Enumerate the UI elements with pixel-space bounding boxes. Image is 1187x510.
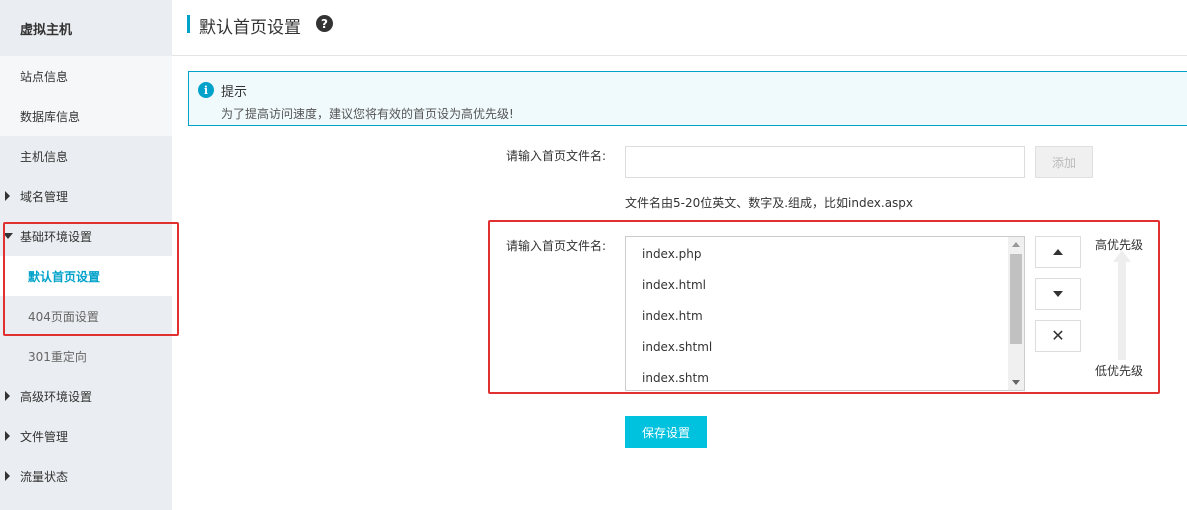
page: 虚拟主机 站点信息 数据库信息 主机信息 域名管理 基础环境设置 默认首页设置 … bbox=[0, 0, 1187, 510]
sidebar-item-domain-management[interactable]: 域名管理 bbox=[0, 176, 172, 216]
sidebar-item-label: 主机信息 bbox=[20, 149, 69, 164]
sidebar-item-301-redirect[interactable]: 301重定向 bbox=[0, 336, 172, 376]
add-button[interactable]: 添加 bbox=[1035, 146, 1093, 178]
info-icon: i bbox=[198, 82, 214, 98]
caret-right-icon bbox=[5, 431, 10, 441]
caret-right-icon bbox=[5, 391, 10, 401]
save-button[interactable]: 保存设置 bbox=[625, 416, 707, 448]
caret-right-icon bbox=[5, 191, 10, 201]
highlight-box-list bbox=[488, 220, 1160, 394]
sidebar-item-label: 高级环境设置 bbox=[20, 389, 93, 404]
sidebar-item-label: 文件管理 bbox=[20, 429, 69, 444]
filename-hint: 文件名由5-20位英文、数字及.组成，比如index.aspx bbox=[625, 196, 914, 210]
title-accent-bar bbox=[187, 15, 190, 33]
tip-title: 提示 bbox=[221, 85, 248, 100]
filename-input[interactable] bbox=[625, 146, 1025, 178]
tip-text: 为了提高访问速度，建议您将有效的首页设为高优先级! bbox=[221, 107, 514, 121]
help-icon[interactable]: ? bbox=[316, 15, 333, 32]
sidebar-item-file-management[interactable]: 文件管理 bbox=[0, 416, 172, 456]
sidebar-item-advanced-env[interactable]: 高级环境设置 bbox=[0, 376, 172, 416]
caret-right-icon bbox=[5, 471, 10, 481]
sidebar-item-label: 域名管理 bbox=[20, 189, 69, 204]
highlight-box-sidebar bbox=[3, 222, 179, 336]
sidebar-item-traffic-status[interactable]: 流量状态 bbox=[0, 456, 172, 496]
sidebar-item-label: 301重定向 bbox=[28, 349, 87, 364]
sidebar-item-label: 数据库信息 bbox=[20, 109, 81, 124]
sidebar-item-label: 流量状态 bbox=[20, 469, 69, 484]
page-title: 默认首页设置 bbox=[199, 18, 301, 38]
sidebar-title: 虚拟主机 bbox=[0, 0, 172, 56]
sidebar-item-site-info[interactable]: 站点信息 bbox=[0, 56, 172, 96]
sidebar-item-database-info[interactable]: 数据库信息 bbox=[0, 96, 172, 136]
page-header: 默认首页设置 ? bbox=[172, 0, 1187, 56]
filename-input-label: 请输入首页文件名: bbox=[505, 149, 606, 163]
sidebar-item-host-info[interactable]: 主机信息 bbox=[0, 136, 172, 176]
sidebar-item-label: 站点信息 bbox=[20, 69, 69, 84]
tip-box: i 提示 为了提高访问速度，建议您将有效的首页设为高优先级! bbox=[188, 71, 1187, 126]
